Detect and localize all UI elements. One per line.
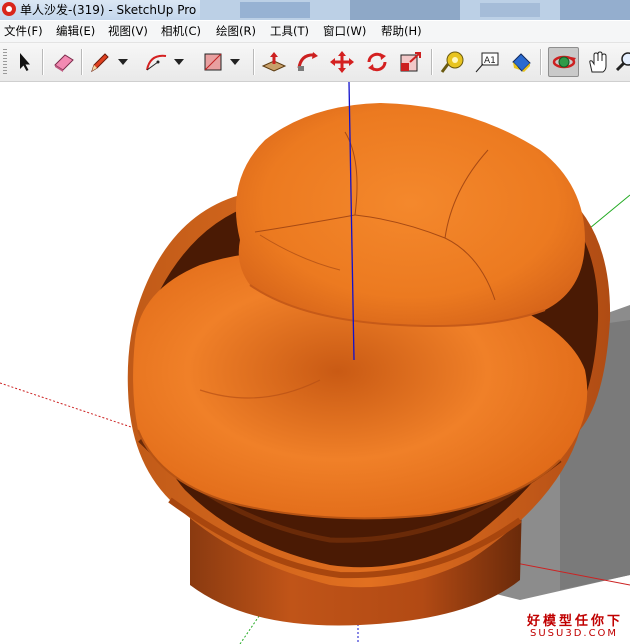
paint-bucket-icon (512, 53, 531, 72)
push-pull-icon (261, 52, 287, 72)
arc-tool-dropdown[interactable] (172, 47, 186, 77)
main-toolbar: A1 (0, 43, 630, 82)
toolbar-separator (540, 49, 542, 75)
watermark-url: SUSU3D.COM (530, 628, 619, 639)
line-tool-button[interactable] (86, 47, 114, 77)
rotate-icon (367, 52, 387, 72)
toolbar-separator (253, 49, 255, 75)
rotate-tool-button[interactable] (363, 47, 391, 77)
title-bar: 单人沙发-(319) - SketchUp Pro (0, 0, 630, 20)
zoom-tool-button[interactable] (614, 47, 630, 77)
menu-edit[interactable]: 编辑(E) (56, 24, 95, 39)
arc-icon (146, 54, 167, 71)
menu-tools[interactable]: 工具(T) (270, 24, 309, 39)
push-pull-tool-button[interactable] (260, 47, 288, 77)
follow-me-tool-button[interactable] (294, 47, 322, 77)
toolbar-separator (431, 49, 433, 75)
sofa-model-render (0, 82, 630, 644)
menu-view[interactable]: 视图(V) (108, 24, 148, 39)
chevron-down-icon (174, 59, 184, 65)
line-tool-dropdown[interactable] (116, 47, 130, 77)
back-cushion (235, 103, 585, 326)
text-tool-button[interactable]: A1 (473, 47, 501, 77)
hand-icon (589, 51, 607, 73)
watermark-chinese: 好模型任你下 (527, 614, 624, 629)
toolbar-grip[interactable] (3, 49, 7, 75)
eraser-tool-button[interactable] (50, 47, 78, 77)
menu-file[interactable]: 文件(F) (4, 24, 43, 39)
menu-help[interactable]: 帮助(H) (381, 24, 422, 39)
arc-tool-button[interactable] (143, 47, 171, 77)
scale-tool-button[interactable] (397, 47, 425, 77)
eraser-icon (54, 54, 74, 72)
green-axis (589, 194, 630, 229)
scale-icon (400, 52, 421, 72)
chevron-down-icon (118, 59, 128, 65)
orbit-tool-button[interactable] (548, 47, 579, 77)
select-tool-button[interactable] (10, 47, 38, 77)
pan-tool-button[interactable] (584, 47, 612, 77)
move-tool-button[interactable] (328, 47, 356, 77)
toolbar-separator (81, 49, 83, 75)
window-title: 单人沙发-(319) - SketchUp Pro (20, 3, 197, 17)
red-axis-dotted (0, 382, 141, 431)
sketchup-logo-icon (2, 2, 16, 16)
rectangle-tool-dropdown[interactable] (228, 47, 242, 77)
menu-bar: 文件(F) 编辑(E) 视图(V) 相机(C) 绘图(R) 工具(T) 窗口(W… (0, 21, 630, 43)
text-label-icon: A1 (475, 52, 499, 73)
toolbar-separator (42, 49, 44, 75)
text-tool-glyph: A1 (484, 56, 496, 66)
follow-me-icon (297, 52, 318, 71)
pencil-icon (91, 53, 109, 73)
rectangle-icon (204, 53, 222, 71)
magnifier-icon (615, 52, 630, 72)
move-arrows-icon (330, 51, 354, 73)
arrow-cursor-icon (20, 53, 30, 71)
paint-bucket-tool-button[interactable] (507, 47, 535, 77)
orbit-icon (552, 55, 576, 69)
model-viewport[interactable] (0, 82, 630, 644)
chevron-down-icon (230, 59, 240, 65)
menu-draw[interactable]: 绘图(R) (216, 24, 256, 39)
menu-window[interactable]: 窗口(W) (323, 24, 366, 39)
tape-measure-icon (440, 51, 464, 73)
rectangle-tool-button[interactable] (199, 47, 227, 77)
title-bar-background-decoration (200, 0, 630, 20)
tape-measure-tool-button[interactable] (439, 47, 467, 77)
menu-camera[interactable]: 相机(C) (161, 24, 201, 39)
